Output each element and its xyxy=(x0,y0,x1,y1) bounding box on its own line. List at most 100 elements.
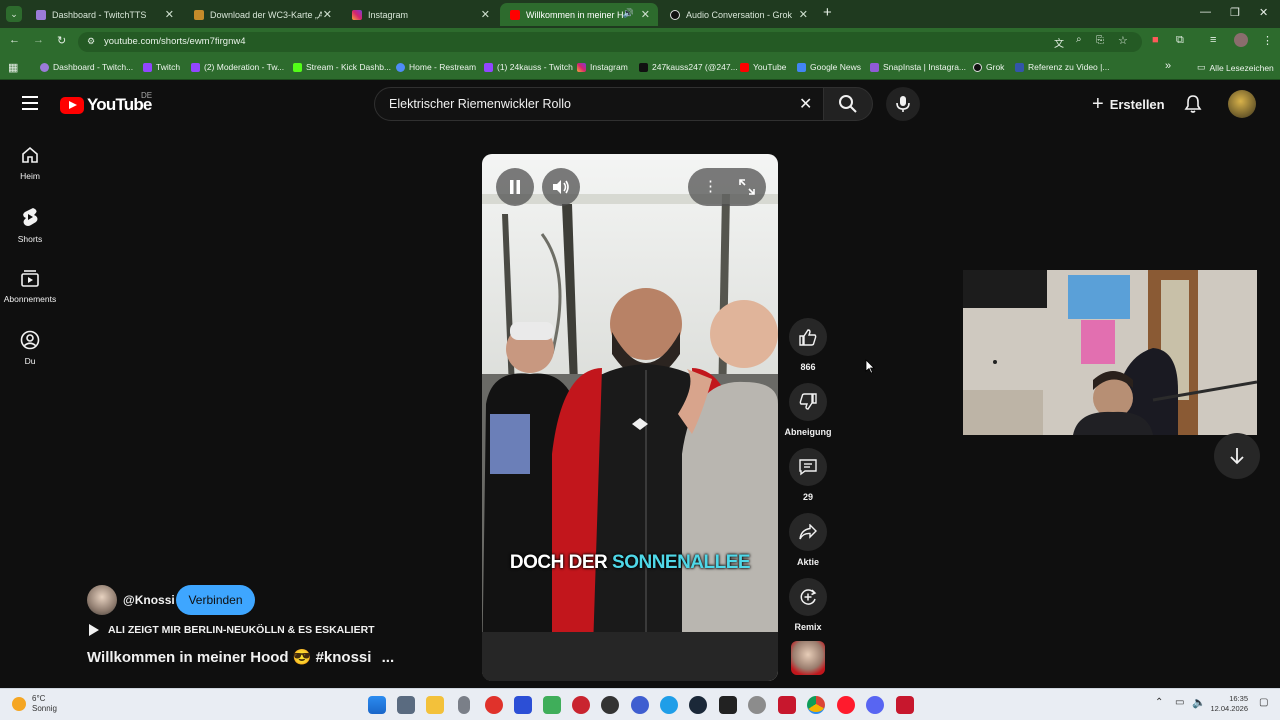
guide-item-subscriptions[interactable]: Abonnements xyxy=(0,268,60,304)
linked-video[interactable]: ALI ZEIGT MIR BERLIN-NEUKÖLLN & ES ESKAL… xyxy=(89,624,375,636)
install-app-icon[interactable]: ⎘ xyxy=(1096,35,1104,46)
steam-icon[interactable] xyxy=(689,696,707,714)
guide-item-shorts[interactable]: Shorts xyxy=(0,206,60,244)
bookmark-item[interactable]: Home - Restream xyxy=(396,62,476,72)
voicemod-icon[interactable] xyxy=(778,696,796,714)
media-control-icon[interactable]: ≡ xyxy=(1210,34,1216,46)
bookmark-item[interactable]: (1) 24kauss - Twitch xyxy=(484,62,573,72)
close-tab-icon[interactable]: ✕ xyxy=(481,8,490,21)
minimize-window-icon[interactable]: — xyxy=(1200,6,1211,18)
bookmark-item[interactable]: Stream - Kick Dashb... xyxy=(293,62,391,72)
channel-avatar[interactable] xyxy=(87,585,117,615)
browser-tab[interactable]: Audio Conversation - Grok ✕ xyxy=(660,3,816,26)
tray-overflow-icon[interactable]: ⌃ xyxy=(1155,697,1163,708)
volume-button[interactable] xyxy=(542,168,580,206)
layers-app-icon[interactable] xyxy=(543,696,561,714)
search-button[interactable] xyxy=(823,87,873,121)
close-tab-icon[interactable]: ✕ xyxy=(323,8,332,21)
audio-playing-icon[interactable]: 🔊 xyxy=(623,8,634,19)
close-tab-icon[interactable]: ✕ xyxy=(641,8,650,21)
share-button[interactable]: Aktie xyxy=(785,513,831,567)
bookmarks-overflow-icon[interactable]: » xyxy=(1165,60,1171,72)
subscribe-button[interactable]: Verbinden xyxy=(176,585,255,615)
like-button[interactable]: 866 xyxy=(785,318,831,372)
browser-tab-active[interactable]: Willkommen in meiner Hoo 🔊 ✕ xyxy=(500,3,658,26)
close-tab-icon[interactable]: ✕ xyxy=(799,8,808,21)
clear-search-icon[interactable]: ✕ xyxy=(799,94,812,114)
start-windows-icon[interactable] xyxy=(368,696,386,714)
bookmark-item[interactable]: YouTube xyxy=(740,62,786,72)
bookmark-item[interactable]: Grok xyxy=(973,62,1004,72)
bookmark-item[interactable]: (2) Moderation - Tw... xyxy=(191,62,284,72)
notification-center-icon[interactable]: ▢ xyxy=(1259,697,1268,708)
chrome-icon[interactable] xyxy=(807,696,825,714)
chat-app-icon[interactable] xyxy=(631,696,649,714)
channel-handle[interactable]: @Knossi xyxy=(123,593,175,607)
file-explorer-icon[interactable] xyxy=(426,696,444,714)
all-bookmarks-folder[interactable]: ▭ Alle Lesezeichen xyxy=(1197,62,1274,73)
extension-badge-icon[interactable]: ■ xyxy=(1152,34,1159,46)
extensions-puzzle-icon[interactable]: ⧉ xyxy=(1176,34,1184,47)
discord-icon[interactable] xyxy=(866,696,884,714)
translate-icon[interactable]: 文 xyxy=(1054,35,1064,50)
apps-grid-icon[interactable]: ▦ xyxy=(8,61,18,74)
obs-icon[interactable] xyxy=(601,696,619,714)
bookmark-item[interactable]: 247kauss247 (@247... xyxy=(639,62,738,72)
browser-tab[interactable]: Dashboard - TwitchTTS ✕ xyxy=(26,3,182,26)
battlenet-icon[interactable] xyxy=(660,696,678,714)
next-short-button[interactable] xyxy=(1214,433,1260,479)
v-app-icon[interactable] xyxy=(514,696,532,714)
account-avatar[interactable] xyxy=(1228,90,1256,118)
power-app-icon[interactable] xyxy=(485,696,503,714)
fullscreen-icon[interactable] xyxy=(739,179,755,195)
weather-widget[interactable]: 6°C Sonnig xyxy=(12,694,57,714)
bookmark-item[interactable]: Google News xyxy=(797,62,861,72)
recorder-app-icon[interactable] xyxy=(572,696,590,714)
short-title[interactable]: Willkommen in meiner Hood 😎 #knossi ... xyxy=(87,648,394,666)
pause-button[interactable] xyxy=(496,168,534,206)
chrome-menu-icon[interactable]: ⋮ xyxy=(1262,34,1273,47)
guide-item-you[interactable]: Du xyxy=(0,330,60,366)
bookmark-item[interactable]: Twitch xyxy=(143,62,180,72)
pinwheel-app-icon[interactable] xyxy=(748,696,766,714)
bookmark-item[interactable]: SnapInsta | Instagra... xyxy=(870,62,966,72)
notifications-bell-icon[interactable] xyxy=(1184,94,1202,114)
profile-avatar-icon[interactable] xyxy=(1234,33,1248,47)
youtube-logo[interactable]: YouTube DE xyxy=(60,91,152,115)
restore-window-icon[interactable]: ❐ xyxy=(1230,6,1240,19)
url-text[interactable]: youtube.com/shorts/ewm7firgnw4 xyxy=(104,36,246,47)
back-icon[interactable]: ← xyxy=(9,34,20,46)
comments-button[interactable]: 29 xyxy=(785,448,831,502)
browser-tab[interactable]: Download der WC3-Karte „Ani ✕ xyxy=(184,3,340,26)
opera-icon[interactable] xyxy=(837,696,855,714)
calculator-icon[interactable] xyxy=(397,696,415,714)
site-info-icon[interactable]: ⚙ xyxy=(87,36,95,47)
more-options-icon[interactable]: ⋮ xyxy=(703,177,718,195)
search-input[interactable]: Elektrischer Riemenwickler Rollo xyxy=(389,97,571,111)
network-icon[interactable]: ▭ xyxy=(1175,697,1184,708)
bookmark-star-icon[interactable]: ☆ xyxy=(1118,34,1128,47)
sound-thumbnail[interactable] xyxy=(791,641,825,675)
create-button[interactable]: + Erstellen xyxy=(1080,88,1177,120)
bookmark-item[interactable]: Referenz zu Video |... xyxy=(1015,62,1109,72)
system-clock[interactable]: 16:35 12.04.2026 xyxy=(1208,694,1248,714)
hamburger-menu-icon[interactable] xyxy=(22,96,38,110)
voicemod-icon[interactable] xyxy=(896,696,914,714)
guide-item-home[interactable]: Heim xyxy=(0,145,60,181)
bookmark-item[interactable]: Dashboard - Twitch... xyxy=(40,62,133,72)
dislike-button[interactable]: Abneigung xyxy=(785,383,832,437)
title-more[interactable]: ... xyxy=(382,649,395,666)
close-window-icon[interactable]: ✕ xyxy=(1259,6,1268,19)
mouse-app-icon[interactable] xyxy=(458,696,470,714)
address-bar[interactable]: ⚙ youtube.com/shorts/ewm7firgnw4 文 ⌕ ⎘ ☆ xyxy=(78,32,1142,52)
forward-icon[interactable]: → xyxy=(33,34,44,46)
voice-search-button[interactable] xyxy=(886,87,920,121)
bookmark-item[interactable]: Instagram xyxy=(577,62,628,72)
speaker-icon[interactable]: 🔈 xyxy=(1192,696,1206,709)
zoom-icon[interactable]: ⌕ xyxy=(1076,34,1082,45)
reload-icon[interactable]: ↻ xyxy=(57,34,66,47)
search-box[interactable]: Elektrischer Riemenwickler Rollo ✕ xyxy=(374,87,824,121)
tab-search-button[interactable]: ⌄ xyxy=(6,6,22,22)
close-tab-icon[interactable]: ✕ xyxy=(165,8,174,21)
terminal-icon[interactable] xyxy=(719,696,737,714)
